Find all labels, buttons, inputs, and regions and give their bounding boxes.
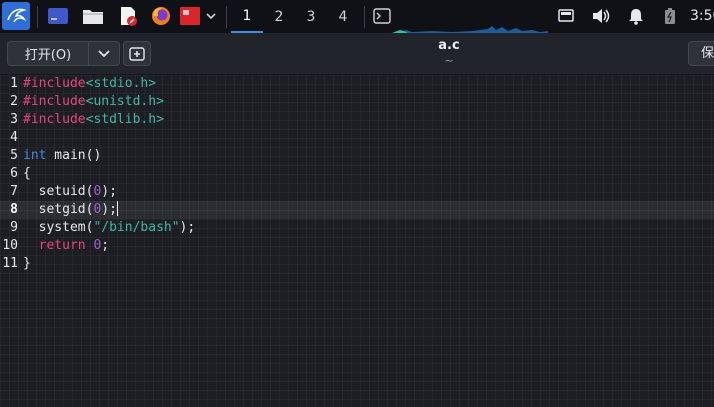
code-line[interactable]: 8 setgid(0); [0, 201, 714, 219]
line-number: 2 [10, 94, 18, 109]
notifications-icon[interactable] [626, 4, 646, 28]
code-token: #include [23, 76, 86, 91]
document-path: ~ [444, 54, 454, 67]
new-tab-icon [129, 46, 145, 61]
line-number: 9 [10, 220, 18, 235]
workspace-1[interactable]: 1 [231, 0, 263, 33]
workspace-2[interactable]: 2 [263, 0, 295, 33]
code-token: setuid( [23, 184, 94, 199]
text-cursor [116, 201, 118, 216]
code-token: ; [101, 238, 110, 253]
text-editor-icon[interactable] [115, 4, 141, 28]
open-recent-dropdown[interactable] [89, 42, 119, 65]
code-token: #include [23, 112, 86, 127]
workspace-3[interactable]: 3 [295, 0, 327, 33]
top-panel: 1 2 3 4 3:5 [0, 0, 714, 34]
code-token: main() [46, 148, 102, 163]
network-activity-graph [392, 26, 548, 33]
line-number: 11 [2, 256, 18, 271]
code-editor[interactable]: 1 #include<stdio.h> 2 #include<unistd.h> 3 #i… [0, 75, 714, 407]
code-text: setuid(0); [23, 183, 117, 201]
new-document-button[interactable] [123, 41, 151, 66]
code-token: <stdlib.h> [85, 112, 164, 127]
code-line[interactable]: 9 system("/bin/bash"); [0, 219, 714, 237]
code-text: { [23, 165, 31, 183]
chevron-down-icon [98, 49, 110, 57]
code-line[interactable]: 1 #include<stdio.h> [0, 75, 714, 93]
code-text: return 0; [23, 237, 109, 255]
code-line[interactable]: 5 int main() [0, 147, 714, 165]
code-text: setgid(0); [23, 201, 118, 219]
kali-menu-icon[interactable] [2, 2, 30, 30]
terminal-icon[interactable] [45, 4, 71, 28]
firefox-icon[interactable] [148, 4, 174, 28]
code-line[interactable]: 11} [0, 255, 714, 273]
code-text: #include<stdlib.h> [23, 111, 164, 129]
line-number: 7 [10, 184, 18, 199]
screenshot-app-icon[interactable] [179, 4, 219, 28]
line-number: 4 [10, 130, 18, 145]
battery-icon[interactable] [660, 4, 680, 28]
code-token: return [38, 238, 86, 253]
line-number: 3 [10, 112, 18, 127]
code-token: ); [101, 184, 117, 199]
code-line[interactable]: 6{ [0, 165, 714, 183]
code-token: <stdio.h> [85, 76, 157, 91]
code-token: ); [179, 220, 196, 235]
code-token: "/bin/bash" [93, 220, 180, 235]
code-text: #include<unistd.h> [23, 93, 164, 111]
line-number: 8 [10, 202, 18, 217]
open-button[interactable]: 打开(O) [8, 42, 89, 65]
terminal-window-task[interactable] [370, 4, 394, 28]
code-text: } [23, 255, 31, 273]
clock[interactable]: 3:50 [690, 0, 714, 33]
line-number: 1 [10, 76, 18, 91]
volume-icon[interactable] [590, 4, 612, 28]
code-line[interactable]: 7 setuid(0); [0, 183, 714, 201]
code-line[interactable]: 2 #include<unistd.h> [0, 93, 714, 111]
open-button-group: 打开(O) [7, 41, 120, 66]
code-token: <unistd.h> [85, 94, 164, 109]
code-token: setgid( [23, 202, 94, 217]
workspace-4[interactable]: 4 [327, 0, 359, 33]
line-number: 5 [10, 148, 18, 163]
code-line[interactable]: 10 return 0; [0, 237, 714, 255]
code-token: int [23, 148, 47, 163]
code-line[interactable]: 3 #include<stdlib.h> [0, 111, 714, 129]
code-line[interactable]: 4 [0, 129, 714, 147]
code-text: int main() [23, 147, 101, 165]
code-token: ); [101, 202, 117, 217]
code-token: { [23, 166, 31, 181]
files-icon[interactable] [80, 4, 106, 28]
line-number: 6 [10, 166, 18, 181]
editor-headerbar: 打开(O) a.c ~ 保 [0, 33, 714, 75]
network-icon[interactable] [556, 4, 576, 28]
code-text: #include<stdio.h> [23, 75, 156, 93]
code-token: } [23, 256, 31, 271]
code-token: system( [23, 220, 94, 235]
document-title: a.c [438, 38, 460, 53]
code-text: system("/bin/bash"); [23, 219, 196, 237]
code-token: #include [23, 94, 86, 109]
line-number: 10 [2, 238, 18, 253]
document-title-area: a.c ~ [349, 37, 549, 67]
save-button[interactable]: 保 [688, 41, 714, 66]
